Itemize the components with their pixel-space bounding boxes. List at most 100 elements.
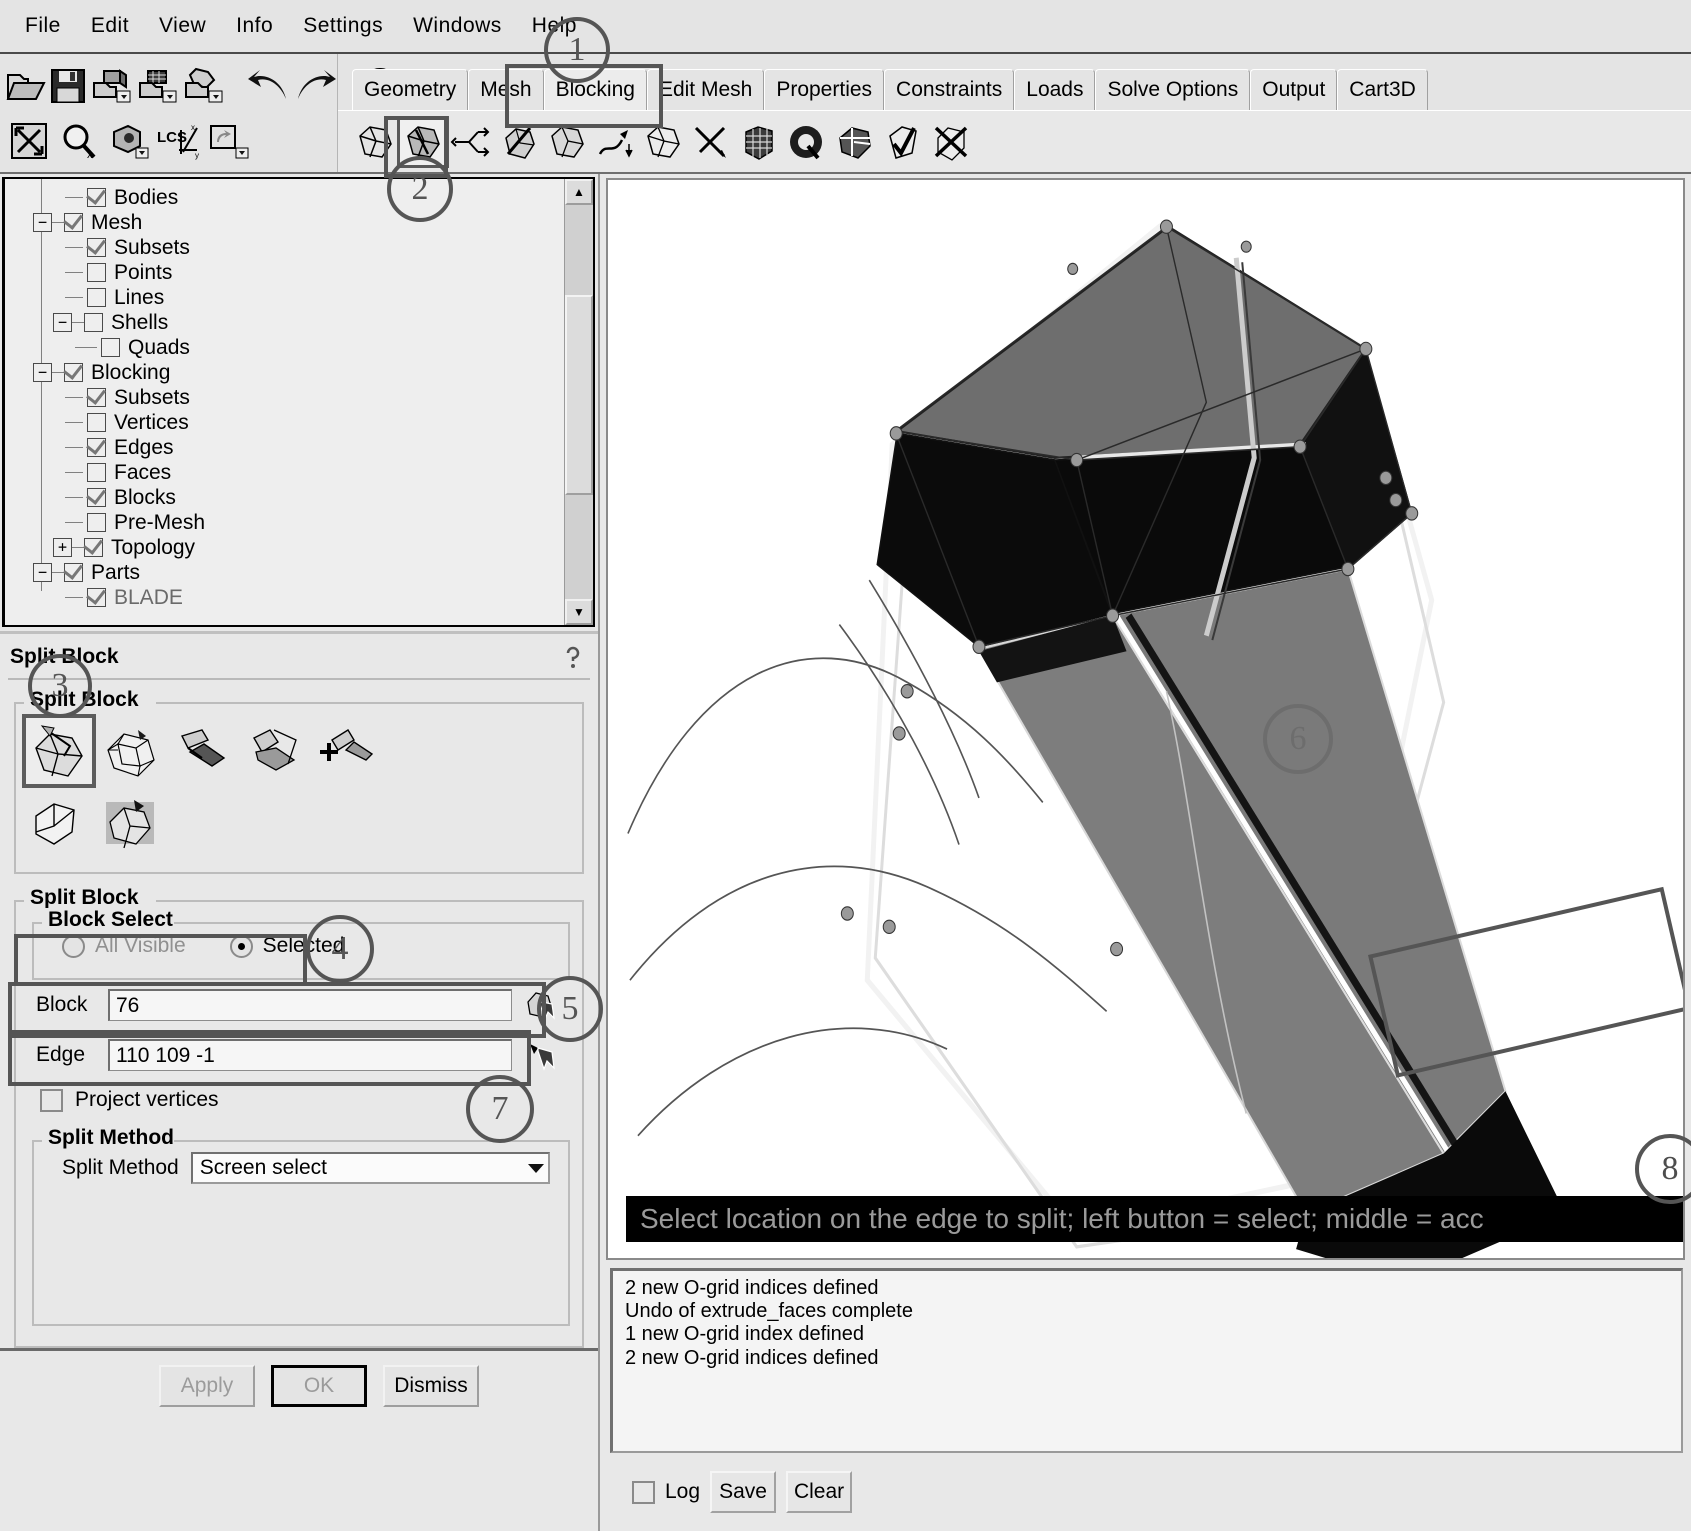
tree-item-topology[interactable]: + Topology	[5, 535, 564, 560]
tree-expander-minus[interactable]: −	[53, 313, 72, 332]
radio-selected[interactable]: Selected	[229, 934, 344, 958]
tab-cart3d[interactable]: Cart3D	[1337, 69, 1428, 110]
log-checkbox-group[interactable]: Log	[632, 1480, 700, 1504]
select-block-cursor-icon[interactable]	[522, 987, 566, 1023]
move-vertex-icon[interactable]	[592, 119, 638, 165]
split-vertices-method-icon[interactable]	[98, 790, 164, 856]
scroll-up-arrow-icon[interactable]: ▲	[565, 179, 593, 205]
tree-item-shells[interactable]: − Shells	[5, 310, 564, 335]
premesh-params-icon[interactable]	[736, 119, 782, 165]
tree-checkbox[interactable]	[87, 413, 106, 432]
tree-item-faces[interactable]: Faces	[5, 460, 564, 485]
tree-checkbox[interactable]	[87, 238, 106, 257]
transform-block-icon[interactable]	[640, 119, 686, 165]
menu-item-help[interactable]: Help	[517, 10, 592, 42]
tree-checkbox[interactable]	[84, 313, 103, 332]
project-vertices-checkbox[interactable]	[40, 1088, 63, 1112]
tree-checkbox[interactable]	[87, 438, 106, 457]
tree-checkbox[interactable]	[87, 388, 106, 407]
tree-checkbox[interactable]	[87, 588, 106, 607]
menu-item-windows[interactable]: Windows	[398, 10, 517, 42]
save-log-button[interactable]: Save	[710, 1471, 777, 1513]
tree-item-vertices[interactable]: Vertices	[5, 410, 564, 435]
open-folder-icon[interactable]	[6, 63, 46, 109]
tree-checkbox[interactable]	[101, 338, 120, 357]
radio-dot-selected[interactable]	[229, 934, 253, 958]
chevron-down-icon[interactable]	[528, 1163, 544, 1173]
tab-mesh[interactable]: Mesh	[468, 69, 544, 110]
menu-item-edit[interactable]: Edit	[76, 10, 144, 42]
tree-checkbox[interactable]	[87, 463, 106, 482]
message-log[interactable]: 2 new O-grid indices defined Undo of ext…	[610, 1268, 1683, 1453]
tree-scroll-track[interactable]	[565, 205, 593, 599]
tab-properties[interactable]: Properties	[764, 69, 885, 110]
tree-item-lines[interactable]: Lines	[5, 285, 564, 310]
tab-output[interactable]: Output	[1250, 69, 1338, 110]
tree-item-pre-mesh[interactable]: Pre-Mesh	[5, 510, 564, 535]
tree-checkbox[interactable]	[87, 263, 106, 282]
tab-edit-mesh[interactable]: Edit Mesh	[646, 69, 765, 110]
split-free-face-method-icon[interactable]	[314, 718, 380, 784]
tree-scrollbar[interactable]: ▲ ▼	[564, 179, 593, 625]
save-geometry-icon[interactable]	[90, 63, 132, 109]
create-block-icon[interactable]	[352, 119, 398, 165]
model-tree[interactable]: Bodies − Mesh Subsets Points Lines − She…	[5, 179, 564, 625]
tree-checkbox[interactable]	[87, 513, 106, 532]
fit-view-icon[interactable]	[6, 118, 52, 164]
split-block-icon[interactable]	[397, 115, 449, 168]
tree-scroll-thumb[interactable]	[565, 295, 593, 495]
tree-checkbox[interactable]	[87, 288, 106, 307]
scroll-down-arrow-icon[interactable]: ▼	[565, 599, 593, 625]
tab-blocking[interactable]: Blocking	[543, 69, 647, 110]
undo-arrow-icon[interactable]	[246, 63, 290, 109]
menu-item-view[interactable]: View	[144, 10, 221, 42]
tab-solve-options[interactable]: Solve Options	[1095, 69, 1251, 110]
tree-expander-minus[interactable]: −	[33, 563, 52, 582]
tree-checkbox[interactable]	[64, 213, 83, 232]
help-question-icon[interactable]	[560, 644, 586, 670]
apply-button[interactable]: Apply	[159, 1365, 255, 1407]
menu-item-settings[interactable]: Settings	[288, 10, 398, 42]
tree-item-parts[interactable]: − Parts	[5, 560, 564, 585]
tree-item-blocking-subsets[interactable]: Subsets	[5, 385, 564, 410]
tree-checkbox[interactable]	[87, 488, 106, 507]
menu-item-file[interactable]: File	[10, 10, 76, 42]
tree-item-bodies[interactable]: Bodies	[5, 185, 564, 210]
tree-item-edges[interactable]: Edges	[5, 435, 564, 460]
checkmark-icon[interactable]	[880, 119, 926, 165]
merge-vertices-icon[interactable]	[448, 119, 494, 165]
radio-dot-all-visible[interactable]	[62, 934, 85, 958]
delete-block-icon[interactable]	[928, 119, 974, 165]
log-checkbox[interactable]	[632, 1480, 655, 1504]
tree-item-blocking[interactable]: − Blocking	[5, 360, 564, 385]
ok-button[interactable]: OK	[271, 1365, 367, 1407]
edge-input[interactable]: 110 109 -1	[108, 1039, 512, 1071]
block-input[interactable]: 76	[108, 989, 512, 1021]
tree-checkbox[interactable]	[64, 563, 83, 582]
tree-expander-minus[interactable]: −	[33, 363, 52, 382]
ogrid-block-method-icon[interactable]	[98, 718, 164, 784]
lcs-axes-icon[interactable]: LCS x y	[156, 118, 202, 164]
edit-block-icon[interactable]	[496, 119, 542, 165]
project-vertices-row[interactable]: Project vertices	[26, 1080, 572, 1118]
tree-item-blade[interactable]: BLADE	[5, 585, 564, 610]
refresh-view-icon[interactable]	[206, 118, 252, 164]
extend-split-method-icon[interactable]	[242, 718, 308, 784]
dismiss-button[interactable]: Dismiss	[383, 1365, 479, 1407]
radio-all-visible[interactable]: All Visible	[62, 934, 186, 958]
tab-geometry[interactable]: Geometry	[352, 69, 469, 110]
select-edge-cursor-icon[interactable]	[522, 1037, 566, 1073]
ogrid-icon[interactable]	[784, 119, 830, 165]
graphics-viewport[interactable]: 6 Select location on the edge to split; …	[606, 178, 1685, 1260]
tree-item-mesh-subsets[interactable]: Subsets	[5, 235, 564, 260]
save-blocking-icon[interactable]	[182, 63, 224, 109]
edit-edge-icon[interactable]	[688, 119, 734, 165]
tree-item-blocks[interactable]: Blocks	[5, 485, 564, 510]
split-face-method-icon[interactable]	[170, 718, 236, 784]
tree-item-mesh[interactable]: − Mesh	[5, 210, 564, 235]
redo-arrow-icon[interactable]	[294, 63, 338, 109]
tab-loads[interactable]: Loads	[1014, 69, 1096, 110]
unsplit-block-method-icon[interactable]	[26, 790, 92, 856]
tree-checkbox[interactable]	[84, 538, 103, 557]
save-mesh-icon[interactable]	[136, 63, 178, 109]
